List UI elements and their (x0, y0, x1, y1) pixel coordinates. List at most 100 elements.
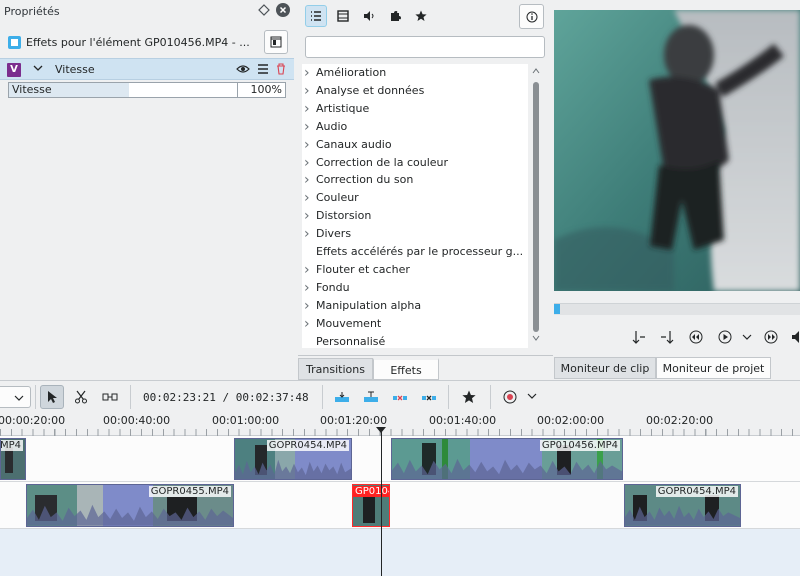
tab-effets[interactable]: Effets (373, 358, 439, 380)
toolbar-divider (322, 385, 323, 409)
spacer-tool-button[interactable] (98, 385, 122, 409)
panel-title: Propriétés (4, 5, 60, 18)
tab-transitions[interactable]: Transitions (298, 358, 373, 380)
effects-enable-checkbox[interactable] (8, 36, 21, 49)
effects-scrollbar[interactable] (532, 67, 540, 342)
timeline-clip[interactable]: GP010456.MP4 (391, 438, 623, 480)
video-track-1[interactable]: .MP4 GOPR0454.MP4 GP010456.MP4 (0, 436, 800, 482)
menu-icon[interactable] (257, 64, 269, 74)
expand-chevron-icon[interactable]: › (304, 189, 314, 207)
speed-slider[interactable]: Vitesse 100% (8, 82, 286, 98)
playhead[interactable] (381, 432, 382, 576)
timeline-clip[interactable]: GOPR0455.MP4 (26, 484, 234, 527)
effect-category[interactable]: › Distorsion (302, 207, 528, 225)
audio-effects-button[interactable] (358, 5, 380, 27)
expand-chevron-icon[interactable]: › (304, 154, 314, 172)
expand-chevron-icon[interactable]: › (304, 171, 314, 189)
expand-chevron-icon[interactable]: › (304, 279, 314, 297)
audio-track[interactable] (0, 529, 800, 576)
forward-button[interactable] (762, 328, 780, 346)
info-button[interactable] (519, 4, 544, 29)
favorite-button[interactable] (457, 385, 481, 409)
effect-category[interactable]: › Couleur (302, 189, 528, 207)
effect-category[interactable]: › Fondu (302, 279, 528, 297)
lift-button[interactable] (417, 385, 441, 409)
expand-chevron-icon[interactable]: › (304, 100, 314, 118)
star-icon (462, 390, 476, 403)
expand-chevron-icon[interactable]: › (304, 64, 314, 82)
record-icon (503, 390, 517, 404)
effect-category-label: Effets accélérés par le processeur g... (316, 245, 524, 258)
rewind-button[interactable] (687, 328, 705, 346)
effect-category[interactable]: › Manipulation alpha (302, 297, 528, 315)
effect-category[interactable]: › Divers (302, 225, 528, 243)
collapse-chevron-icon[interactable] (32, 62, 44, 74)
effect-category[interactable]: › Amélioration (302, 64, 528, 82)
effects-search-input[interactable] (305, 36, 545, 58)
video-track-2[interactable]: GOPR0455.MP4 GP0104 GOPR0454.MP4 (0, 482, 800, 529)
monitor-timebar[interactable] (554, 303, 800, 315)
effect-category[interactable]: › Artistique (302, 100, 528, 118)
play-button[interactable] (716, 328, 734, 346)
effect-category[interactable]: › Analyse et données (302, 82, 528, 100)
slider-value[interactable]: 100% (251, 83, 282, 97)
expand-chevron-icon[interactable]: › (304, 297, 314, 315)
tab-clip-monitor[interactable]: Moniteur de clip (554, 357, 656, 379)
effect-category[interactable]: › Mouvement (302, 315, 528, 333)
timeline-clip[interactable]: GOPR0454.MP4 (234, 438, 352, 480)
razor-tool-button[interactable] (69, 385, 93, 409)
favorites-button[interactable] (410, 5, 432, 27)
video-preview[interactable] (554, 10, 800, 291)
volume-button[interactable] (788, 328, 800, 346)
delete-icon[interactable] (276, 63, 286, 75)
expand-chevron-icon[interactable]: › (304, 82, 314, 100)
scroll-down-icon[interactable] (532, 334, 540, 342)
expand-chevron-icon[interactable]: › (304, 136, 314, 154)
set-zone-in-button[interactable] (630, 328, 648, 346)
expand-chevron-icon[interactable]: › (304, 261, 314, 279)
effect-category[interactable]: Personnalisé (302, 333, 528, 351)
play-options-button[interactable] (738, 328, 756, 346)
toolbar-divider (490, 385, 491, 409)
ruler-tick-label: 00:00:20:00 (0, 414, 66, 427)
effect-category[interactable]: › Audio (302, 118, 528, 136)
overwrite-icon (364, 391, 378, 402)
list-view-button[interactable] (305, 5, 327, 27)
effect-category[interactable]: › Canaux audio (302, 136, 528, 154)
visibility-eye-icon[interactable] (236, 63, 250, 75)
tab-project-monitor[interactable]: Moniteur de projet (656, 357, 771, 379)
scroll-up-icon[interactable] (532, 67, 540, 75)
effect-category-label: Audio (316, 119, 348, 133)
timeline-clip-selected[interactable]: GP0104 (352, 484, 390, 527)
expand-chevron-icon[interactable]: › (304, 118, 314, 136)
effect-category[interactable]: › Correction de la couleur (302, 154, 528, 172)
record-button[interactable] (498, 385, 522, 409)
effect-category[interactable]: Effets accélérés par le processeur g... (302, 243, 528, 261)
track-mode-select[interactable] (0, 386, 31, 408)
record-options-chevron-icon[interactable] (527, 392, 537, 400)
effect-category[interactable]: › Correction du son (302, 171, 528, 189)
insert-button[interactable] (330, 385, 354, 409)
compare-button[interactable] (264, 30, 288, 54)
selection-tool-button[interactable] (40, 385, 64, 409)
video-effects-button[interactable] (332, 5, 354, 27)
timeline-clip[interactable]: GOPR0454.MP4 (624, 484, 741, 527)
effect-header[interactable]: V Vitesse (0, 58, 294, 80)
custom-effects-button[interactable] (384, 5, 406, 27)
timeline-clip[interactable]: .MP4 (0, 438, 26, 480)
effects-for-label: Effets pour l'élément GP010456.MP4 - ... (26, 36, 250, 49)
expand-chevron-icon[interactable]: › (304, 315, 314, 333)
expand-chevron-icon[interactable]: › (304, 225, 314, 243)
effect-category[interactable]: › Flouter et cacher (302, 261, 528, 279)
extract-button[interactable] (388, 385, 412, 409)
expand-chevron-icon[interactable]: › (304, 207, 314, 225)
float-icon[interactable] (258, 4, 270, 16)
clip-name: .MP4 (1, 440, 23, 451)
scroll-thumb[interactable] (533, 82, 539, 332)
toolbar-divider (35, 385, 36, 409)
close-icon[interactable] (276, 3, 290, 17)
chevron-down-icon (14, 395, 24, 401)
overwrite-button[interactable] (359, 385, 383, 409)
set-zone-out-button[interactable] (658, 328, 676, 346)
timeline-ruler[interactable]: 00:00:20:00 00:00:40:00 00:01:00:00 00:0… (0, 412, 800, 436)
